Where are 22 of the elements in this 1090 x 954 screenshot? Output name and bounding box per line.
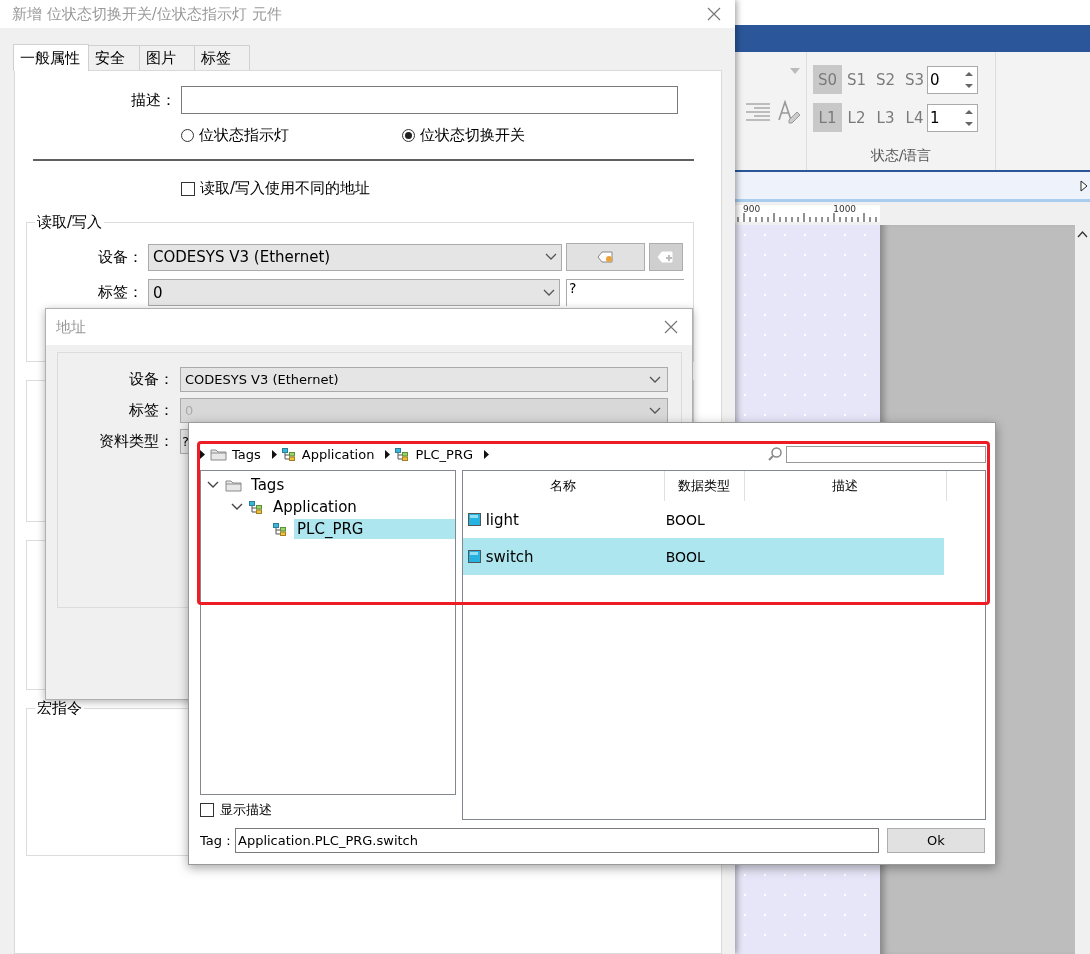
group-title: 宏指令 bbox=[35, 699, 84, 718]
group-label: 状态/语言 bbox=[869, 147, 933, 165]
ruler-label: 1000 bbox=[833, 204, 857, 216]
table-cell: switch bbox=[485, 547, 534, 566]
field-label: 标签： bbox=[128, 401, 174, 420]
radio-label: 位状态指示灯 bbox=[199, 126, 289, 145]
dialog-title: 地址 bbox=[56, 317, 86, 337]
table-cell: light bbox=[485, 510, 519, 529]
table-cell-text: BOOL bbox=[664, 548, 706, 565]
checkbox-label: 读取/写入使用不同的地址 bbox=[200, 179, 371, 198]
table-cell-text: BOOL bbox=[664, 511, 706, 528]
radio-label: 位状态切换开关 bbox=[420, 126, 525, 145]
field-label: 资料类型： bbox=[98, 432, 174, 451]
field-label: 设备： bbox=[128, 370, 174, 389]
dialog-title: 新增 位状态切换开关/位状态指示灯 元件 bbox=[12, 4, 282, 24]
field-label: 描述： bbox=[130, 90, 176, 110]
field-label: 设备： bbox=[97, 247, 143, 267]
field-label: 标签： bbox=[97, 283, 143, 302]
ruler-label: 900 bbox=[743, 204, 761, 216]
group-title: 读取/写入 bbox=[35, 213, 105, 232]
checkbox-label: 显示描述 bbox=[220, 801, 272, 819]
field-label: Tag : bbox=[200, 833, 232, 848]
